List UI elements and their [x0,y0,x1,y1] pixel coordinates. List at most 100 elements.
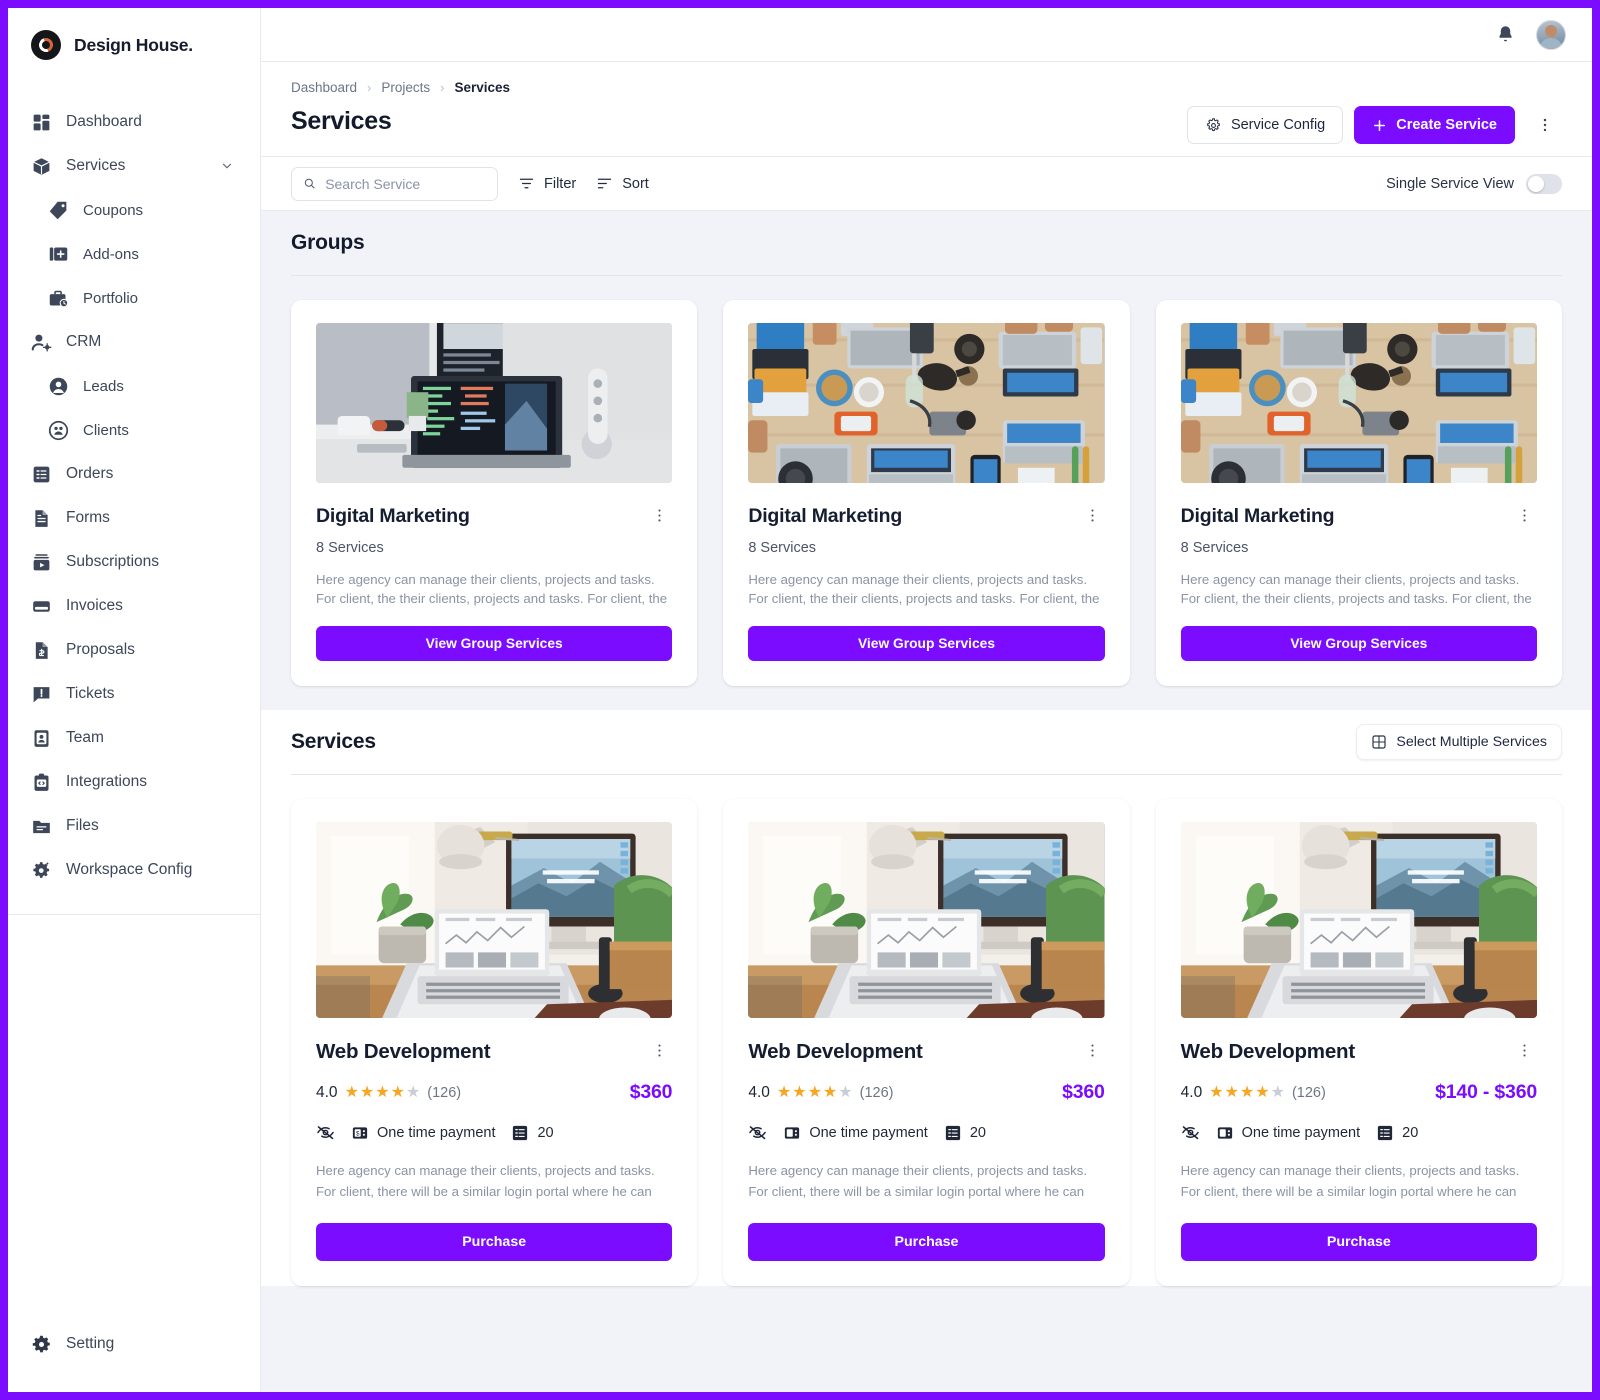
group-card-description: Here agency can manage their clients, pr… [1181,570,1537,608]
breadcrumb-item-projects[interactable]: Projects [381,80,430,95]
desk-laptop-code-image [316,323,672,483]
view-group-services-button[interactable]: View Group Services [748,626,1104,661]
rating-count: (126) [860,1085,894,1101]
sidebar-item-subscriptions[interactable]: Subscriptions [8,540,260,584]
sidebar-item-label: Subscriptions [66,553,260,571]
visibility-meta [1181,1123,1200,1142]
sidebar-item-crm[interactable]: CRM [8,320,260,364]
sidebar-item-forms[interactable]: Forms [8,496,260,540]
sidebar-item-coupons[interactable]: Coupons [8,188,260,232]
chevron-down-icon[interactable] [220,159,234,173]
group-card-description: Here agency can manage their clients, pr… [748,570,1104,608]
sidebar-item-integrations[interactable]: Integrations [8,760,260,804]
group-card-title: Digital Marketing [748,505,902,528]
sidebar-item-services[interactable]: Services [8,144,260,188]
sidebar-item-label: Setting [66,1335,260,1353]
sidebar-item-team[interactable]: Team [8,716,260,760]
service-card[interactable]: Web Development 4.0 ★ ★ ★ [723,799,1129,1285]
service-card-rating-row: 4.0 ★ ★ ★ ★ ★ (126) $360 [748,1081,1104,1104]
bell-icon[interactable] [1495,24,1516,45]
payment-meta: One time payment [1216,1124,1360,1142]
plus-icon [1372,118,1387,133]
toolbar: Filter Sort Single Service View [261,157,1592,211]
create-service-button[interactable]: Create Service [1354,106,1515,144]
group-card-menu-button[interactable] [1080,505,1105,531]
sidebar-item-workspace-config[interactable]: Workspace Config [8,848,260,892]
star-icon: ★ [391,1085,405,1101]
service-meta-row: One time payment 20 [1181,1123,1537,1142]
breadcrumb-item-dashboard[interactable]: Dashboard [291,80,357,95]
sidebar-item-files[interactable]: Files [8,804,260,848]
kebab-menu-icon [651,507,668,524]
service-card-title: Web Development [1181,1040,1355,1064]
brand[interactable]: Design House. [8,8,260,82]
group-card-service-count: 8 Services [1181,540,1537,556]
group-card[interactable]: Digital Marketing 8 Services Here agency… [1156,300,1562,686]
sidebar-item-label: Dashboard [66,113,260,131]
app-window: Design House. Dashboard Services Coupons… [8,8,1592,1392]
main-area: Dashboard › Projects › Services Services… [261,8,1592,1392]
sidebar-item-dashboard[interactable]: Dashboard [8,100,260,144]
sidebar-item-invoices[interactable]: Invoices [8,584,260,628]
view-group-services-button[interactable]: View Group Services [316,626,672,661]
purchase-button[interactable]: Purchase [1181,1223,1537,1261]
group-card[interactable]: Digital Marketing 8 Services Here agency… [723,300,1129,686]
sidebar-item-tickets[interactable]: Tickets [8,672,260,716]
purchase-button[interactable]: Purchase [316,1223,672,1261]
group-card[interactable]: Digital Marketing 8 Services Here agency… [291,300,697,686]
sidebar-item-orders[interactable]: Orders [8,452,260,496]
sidebar-item-clients[interactable]: Clients [8,408,260,452]
sidebar-item-label: Coupons [83,202,260,219]
service-card-menu-button[interactable] [1512,1040,1537,1066]
kebab-menu-icon [1536,116,1554,134]
star-icon: ★ [1271,1085,1285,1101]
items-count: 20 [970,1125,986,1141]
sidebar-item-label: Services [66,157,206,175]
group-card-title: Digital Marketing [1181,505,1335,528]
sidebar-item-label: Tickets [66,685,260,703]
service-card-menu-button[interactable] [647,1040,672,1066]
rating-group: 4.0 ★ ★ ★ ★ ★ (126) [748,1084,893,1102]
purchase-button[interactable]: Purchase [748,1223,1104,1261]
sidebar-item-label: Team [66,729,260,747]
group-card-image [1181,323,1537,483]
select-multiple-services-button[interactable]: Select Multiple Services [1356,724,1562,760]
header-more-button[interactable] [1526,106,1564,144]
service-config-button[interactable]: Service Config [1187,106,1343,144]
group-card-title: Digital Marketing [316,505,470,528]
service-card-menu-button[interactable] [1080,1040,1105,1066]
sort-button[interactable]: Sort [596,175,649,192]
service-card-description: Here agency can manage their clients, pr… [1181,1160,1537,1202]
service-card[interactable]: Web Development 4.0 ★ ★ ★ [291,799,697,1285]
single-service-view-toggle[interactable] [1526,174,1562,194]
overhead-desk-devices-image [1181,323,1537,483]
sidebar-item-label: Invoices [66,597,260,615]
sidebar-item-label: Integrations [66,773,260,791]
rating-value: 4.0 [1181,1084,1203,1102]
service-price: $360 [630,1081,673,1104]
service-card[interactable]: Web Development 4.0 ★ ★ ★ [1156,799,1562,1285]
sidebar-item-label: Add-ons [83,246,260,263]
sidebar-item-add-ons[interactable]: Add-ons [8,232,260,276]
filter-icon [518,175,535,192]
group-card-menu-button[interactable] [1512,505,1537,531]
avatar[interactable] [1536,20,1566,50]
service-card-image [748,822,1104,1018]
sidebar-item-leads[interactable]: Leads [8,364,260,408]
rating-group: 4.0 ★ ★ ★ ★ ★ (126) [316,1084,461,1102]
service-card-header: Web Development [1181,1040,1537,1066]
star-icon: ★ [1240,1085,1254,1101]
kebab-menu-icon [1084,507,1101,524]
sidebar-item-proposals[interactable]: Proposals [8,628,260,672]
rating-count: (126) [427,1085,461,1101]
filter-label: Filter [544,176,576,192]
view-group-services-button[interactable]: View Group Services [1181,626,1537,661]
filter-button[interactable]: Filter [518,175,576,192]
sidebar-item-setting[interactable]: Setting [8,1322,260,1366]
group-card-menu-button[interactable] [647,505,672,531]
sidebar-item-portfolio[interactable]: Portfolio [8,276,260,320]
users-circle-icon [48,420,69,441]
toolbar-right: Single Service View [1386,174,1562,194]
search-input[interactable] [325,176,486,192]
search-service-box[interactable] [291,167,498,201]
